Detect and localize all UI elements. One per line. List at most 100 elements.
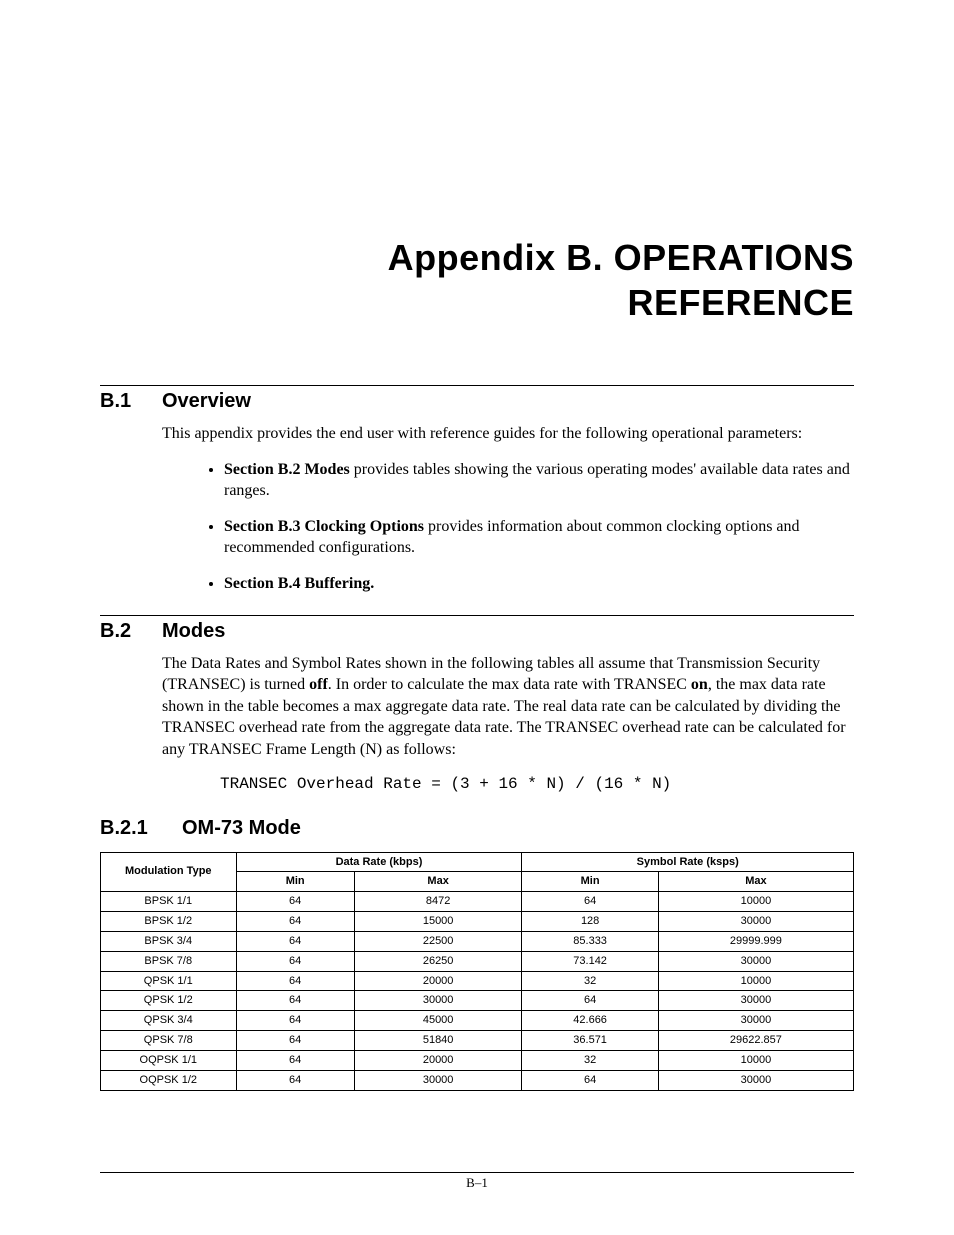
section-number: B.1: [100, 390, 162, 413]
table-row: OQPSK 1/264300006430000: [101, 1070, 854, 1090]
cell-dmax: 26250: [354, 951, 522, 971]
cell-smax: 29622.857: [658, 1031, 853, 1051]
col-data-min: Min: [236, 872, 354, 892]
bullet-item: Section B.2 Modes provides tables showin…: [224, 459, 854, 502]
cell-mod: QPSK 7/8: [101, 1031, 237, 1051]
col-sym-max: Max: [658, 872, 853, 892]
cell-dmin: 64: [236, 1031, 354, 1051]
overview-intro: This appendix provides the end user with…: [162, 423, 854, 445]
cell-smin: 32: [522, 1050, 658, 1070]
cell-dmax: 15000: [354, 912, 522, 932]
section-b1-heading: B.1Overview: [100, 390, 854, 413]
col-data-rate: Data Rate (kbps): [236, 852, 522, 872]
cell-dmin: 64: [236, 1050, 354, 1070]
cell-smin: 64: [522, 1070, 658, 1090]
cell-mod: BPSK 7/8: [101, 951, 237, 971]
overview-bullets: Section B.2 Modes provides tables showin…: [162, 459, 854, 595]
table-row: QPSK 7/8645184036.57129622.857: [101, 1031, 854, 1051]
cell-mod: QPSK 1/1: [101, 971, 237, 991]
cell-smax: 10000: [658, 971, 853, 991]
cell-smax: 30000: [658, 1011, 853, 1031]
col-data-max: Max: [354, 872, 522, 892]
cell-dmin: 64: [236, 951, 354, 971]
section-label: Modes: [162, 620, 225, 642]
text-fragment: . In order to calculate the max data rat…: [328, 676, 691, 693]
cell-smin: 85.333: [522, 931, 658, 951]
cell-smax: 30000: [658, 1070, 853, 1090]
section-number: B.2: [100, 620, 162, 643]
cell-dmin: 64: [236, 1011, 354, 1031]
cell-dmax: 20000: [354, 1050, 522, 1070]
cell-dmax: 30000: [354, 1070, 522, 1090]
table-row: BPSK 1/16484726410000: [101, 892, 854, 912]
cell-smin: 73.142: [522, 951, 658, 971]
bullet-item: Section B.4 Buffering.: [224, 573, 854, 595]
cell-mod: BPSK 1/1: [101, 892, 237, 912]
cell-smin: 36.571: [522, 1031, 658, 1051]
transec-formula: TRANSEC Overhead Rate = (3 + 16 * N) / (…: [220, 775, 854, 793]
title-line-2: REFERENCE: [627, 282, 854, 323]
section-b2-heading: B.2Modes: [100, 620, 854, 643]
cell-smax: 30000: [658, 991, 853, 1011]
table-header-row: Modulation Type Data Rate (kbps) Symbol …: [101, 852, 854, 872]
bullet-bold: Section B.2 Modes: [224, 461, 350, 478]
section-label: Overview: [162, 390, 251, 412]
section-b21-heading: B.2.1OM-73 Mode: [100, 817, 854, 840]
cell-mod: OQPSK 1/1: [101, 1050, 237, 1070]
cell-dmin: 64: [236, 991, 354, 1011]
table-row: BPSK 1/2641500012830000: [101, 912, 854, 932]
cell-mod: OQPSK 1/2: [101, 1070, 237, 1090]
cell-smax: 10000: [658, 1050, 853, 1070]
cell-dmin: 64: [236, 971, 354, 991]
cell-smin: 42.666: [522, 1011, 658, 1031]
cell-dmin: 64: [236, 1070, 354, 1090]
cell-dmax: 51840: [354, 1031, 522, 1051]
cell-smax: 29999.999: [658, 931, 853, 951]
cell-smax: 30000: [658, 912, 853, 932]
cell-mod: BPSK 1/2: [101, 912, 237, 932]
title-line-1: Appendix B. OPERATIONS: [388, 237, 854, 278]
col-sym-min: Min: [522, 872, 658, 892]
bullet-item: Section B.3 Clocking Options provides in…: [224, 516, 854, 559]
cell-dmin: 64: [236, 931, 354, 951]
cell-dmax: 20000: [354, 971, 522, 991]
cell-dmax: 30000: [354, 991, 522, 1011]
cell-mod: QPSK 1/2: [101, 991, 237, 1011]
section-rule: [100, 385, 854, 386]
table-row: QPSK 1/164200003210000: [101, 971, 854, 991]
section-rule: [100, 615, 854, 616]
cell-smax: 10000: [658, 892, 853, 912]
modes-paragraph: The Data Rates and Symbol Rates shown in…: [162, 653, 854, 761]
table-row: BPSK 3/4642250085.33329999.999: [101, 931, 854, 951]
col-modulation: Modulation Type: [101, 852, 237, 892]
om73-table: Modulation Type Data Rate (kbps) Symbol …: [100, 852, 854, 1091]
cell-dmax: 8472: [354, 892, 522, 912]
table-body: BPSK 1/16484726410000 BPSK 1/26415000128…: [101, 892, 854, 1090]
cell-smin: 32: [522, 971, 658, 991]
col-symbol-rate: Symbol Rate (ksps): [522, 852, 854, 872]
section-b1-body: This appendix provides the end user with…: [162, 423, 854, 595]
cell-smin: 64: [522, 892, 658, 912]
bullet-bold: Section B.3 Clocking Options: [224, 518, 424, 535]
cell-smin: 64: [522, 991, 658, 1011]
page-number: B–1: [0, 1175, 954, 1191]
subsection-label: OM-73 Mode: [182, 817, 301, 839]
cell-smin: 128: [522, 912, 658, 932]
cell-dmin: 64: [236, 912, 354, 932]
table-row: QPSK 3/4644500042.66630000: [101, 1011, 854, 1031]
text-on: on: [691, 676, 708, 693]
cell-dmax: 45000: [354, 1011, 522, 1031]
appendix-title: Appendix B. OPERATIONS REFERENCE: [100, 235, 854, 325]
bullet-bold: Section B.4 Buffering.: [224, 575, 374, 592]
table-row: BPSK 7/8642625073.14230000: [101, 951, 854, 971]
cell-mod: QPSK 3/4: [101, 1011, 237, 1031]
text-off: off: [309, 676, 328, 693]
cell-mod: BPSK 3/4: [101, 931, 237, 951]
table-row: OQPSK 1/164200003210000: [101, 1050, 854, 1070]
section-b2-body: The Data Rates and Symbol Rates shown in…: [162, 653, 854, 761]
cell-dmax: 22500: [354, 931, 522, 951]
table-row: QPSK 1/264300006430000: [101, 991, 854, 1011]
subsection-number: B.2.1: [100, 817, 182, 840]
cell-dmin: 64: [236, 892, 354, 912]
footer-rule: [100, 1172, 854, 1173]
